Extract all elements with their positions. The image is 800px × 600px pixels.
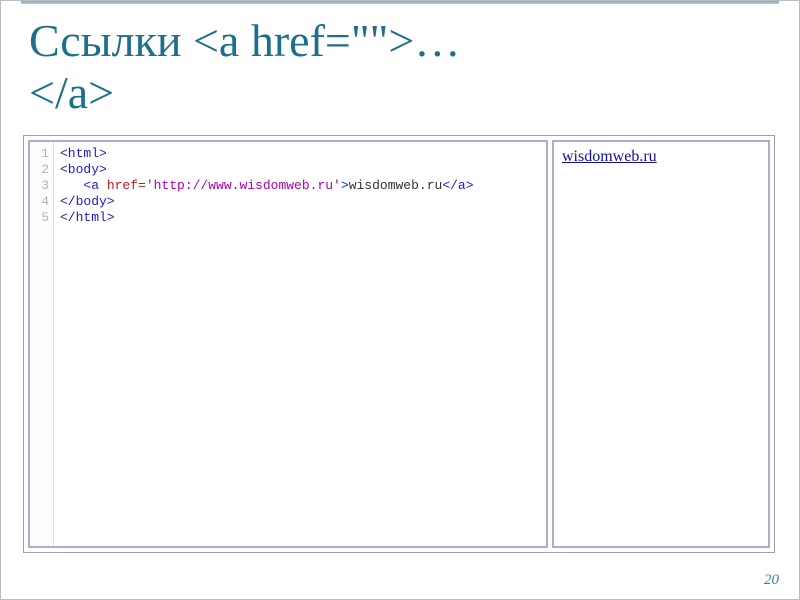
code-line: </html> — [60, 210, 474, 226]
code-token: 'http://www.wisdomweb.ru' — [146, 178, 341, 193]
code-line: </body> — [60, 194, 474, 210]
line-number: 2 — [30, 162, 49, 178]
code-line: <a href='http://www.wisdomweb.ru'>wisdom… — [60, 178, 474, 194]
line-number-gutter: 12345 — [30, 142, 54, 546]
slide-title: Ссылки <a href="">… </a> — [29, 15, 771, 118]
editor-frame: 12345 <html><body> <a href='http://www.w… — [23, 135, 775, 553]
code-token: </html> — [60, 210, 115, 225]
slide-container: Ссылки <a href="">… </a> 12345 <html><bo… — [0, 0, 800, 600]
code-token: <a — [83, 178, 106, 193]
page-number: 20 — [764, 572, 779, 589]
line-number: 3 — [30, 178, 49, 194]
line-number: 1 — [30, 146, 49, 162]
title-underline — [21, 1, 779, 4]
code-token: > — [341, 178, 349, 193]
code-token: </a> — [442, 178, 473, 193]
code-content: <html><body> <a href='http://www.wisdomw… — [54, 142, 480, 546]
code-token: wisdomweb.ru — [349, 178, 443, 193]
code-token: <html> — [60, 146, 107, 161]
line-number: 4 — [30, 194, 49, 210]
code-token: <body> — [60, 162, 107, 177]
code-token: </body> — [60, 194, 115, 209]
code-token: href= — [107, 178, 146, 193]
preview-link[interactable]: wisdomweb.ru — [562, 148, 657, 165]
line-number: 5 — [30, 210, 49, 226]
preview-panel: wisdomweb.ru — [552, 140, 770, 548]
code-line: <body> — [60, 162, 474, 178]
code-panel: 12345 <html><body> <a href='http://www.w… — [28, 140, 548, 548]
code-line: <html> — [60, 146, 474, 162]
